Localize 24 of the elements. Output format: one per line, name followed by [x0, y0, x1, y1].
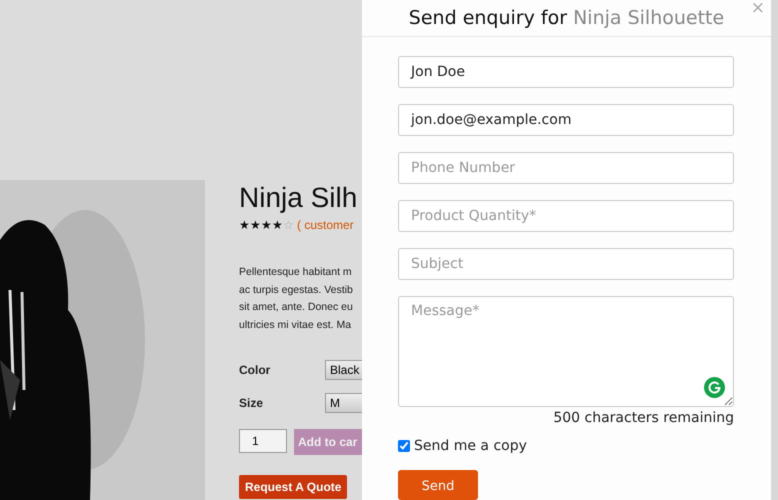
- option-select[interactable]: Black: [325, 360, 362, 380]
- copy-checkbox[interactable]: [398, 440, 410, 452]
- input-field[interactable]: jon.doe@example.com: [398, 104, 734, 136]
- character-counter: 500 characters remaining: [553, 410, 734, 426]
- input-field[interactable]: Phone Number: [398, 152, 734, 184]
- copy-label: Send me a copy: [414, 438, 527, 454]
- product-title: Ninja Silh: [239, 181, 358, 215]
- grammar-icon[interactable]: [704, 377, 725, 398]
- add-to-cart-button[interactable]: Add to car: [294, 429, 362, 455]
- close-button[interactable]: ×: [750, 0, 765, 18]
- reviews-link[interactable]: ( customer: [297, 218, 354, 232]
- product-description: Pellentesque habitant m ac turpis egestas. Vestib sit amet, ante. Donec eu ultricies mi vitae est. Ma: [239, 265, 353, 332]
- option-label: Color: [239, 363, 272, 377]
- dialog-title: Send enquiry for Ninja Silhouette: [408, 7, 724, 29]
- message-field[interactable]: Message*: [398, 296, 734, 407]
- star-rating: ★★★★☆: [239, 218, 294, 232]
- send-button[interactable]: Send: [398, 470, 478, 500]
- input-field[interactable]: Subject: [398, 248, 734, 280]
- request-quote-button[interactable]: Request A Quote: [239, 475, 348, 499]
- input-field[interactable]: Jon Doe: [398, 56, 734, 88]
- quantity-field[interactable]: 1: [239, 429, 287, 453]
- input-field[interactable]: Product Quantity*: [398, 200, 734, 232]
- option-label: Size: [239, 396, 264, 410]
- option-select[interactable]: M: [325, 393, 362, 413]
